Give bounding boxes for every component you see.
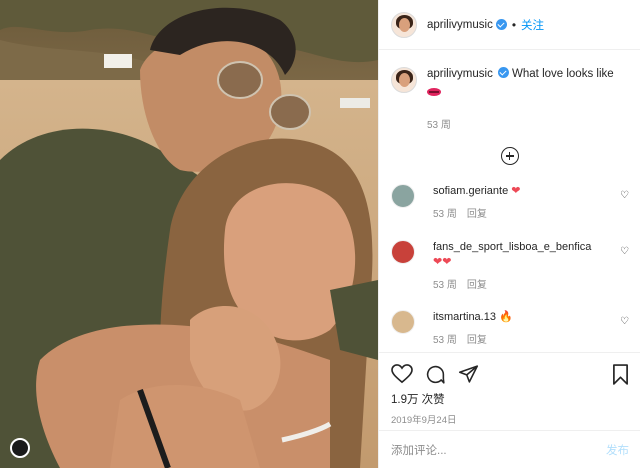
verified-badge-icon (497, 67, 509, 78)
follow-button[interactable]: 关注 (521, 17, 544, 33)
comment-body: itsmartina.13 🔥 53 周回复 (433, 310, 513, 348)
caption-text: What love looks like (512, 68, 614, 80)
comment-avatar[interactable] (391, 310, 415, 334)
comment-username[interactable]: fans_de_sport_lisboa_e_benfica (433, 240, 591, 255)
comment-age: 53 周 (433, 335, 457, 346)
plus-circle-icon[interactable] (500, 147, 519, 165)
comment-icon[interactable] (425, 364, 446, 385)
lips-icon (427, 88, 441, 96)
add-comment-bar: 添加评论... 发布 (379, 430, 640, 468)
comment-like-icon[interactable]: ♡ (620, 190, 629, 201)
author-avatar[interactable] (391, 11, 417, 38)
comment-like-icon[interactable]: ♡ (620, 246, 629, 257)
comment-meta: 53 周回复 (433, 278, 591, 293)
comment-input[interactable]: 添加评论... (391, 442, 606, 458)
post-photo[interactable] (0, 0, 378, 468)
comment-item: itsmartina.13 🔥 53 周回复 ♡ (391, 310, 629, 348)
avatar-face (399, 17, 410, 32)
caption-username[interactable]: aprilivymusic (427, 68, 493, 80)
reply-button[interactable]: 回复 (467, 280, 487, 291)
verified-badge-icon (495, 19, 507, 30)
comment-item: fans_de_sport_lisboa_e_benfica ❤❤ 53 周回复… (391, 240, 629, 293)
comment-text: ❤ (511, 185, 521, 197)
post-actions: 1.9万 次赞 2019年9月24日 (379, 352, 640, 430)
bookmark-icon[interactable] (612, 363, 629, 385)
like-count[interactable]: 1.9万 次赞 (391, 391, 629, 407)
author-username[interactable]: aprilivymusic (427, 19, 493, 31)
action-icons (391, 363, 629, 385)
reply-button[interactable]: 回复 (467, 209, 487, 220)
header-separator: • (511, 17, 517, 32)
caption: aprilivymusic What love looks like 53 周 (379, 50, 640, 133)
comment-avatar[interactable] (391, 184, 415, 208)
instagram-post: aprilivymusic • 关注 aprilivymusic What lo… (0, 0, 640, 468)
reply-button[interactable]: 回复 (467, 335, 487, 346)
comment-avatar[interactable] (391, 240, 415, 264)
comment-item: sofiam.geriante ❤ 53 周回复 ♡ (391, 184, 629, 222)
load-more-comments[interactable] (379, 147, 640, 165)
paper-plane-icon[interactable] (458, 364, 479, 384)
comment-username[interactable]: sofiam.geriante (433, 185, 508, 197)
avatar-face (399, 73, 410, 87)
comment-body: fans_de_sport_lisboa_e_benfica ❤❤ 53 周回复 (433, 240, 591, 293)
heart-icon[interactable] (391, 364, 413, 384)
comment-age: 53 周 (433, 280, 457, 291)
comment-username[interactable]: itsmartina.13 (433, 311, 496, 323)
couple-photo-illustration (0, 0, 378, 468)
caption-avatar[interactable] (391, 67, 417, 93)
post-date[interactable]: 2019年9月24日 (391, 412, 629, 426)
post-sidebar: aprilivymusic • 关注 aprilivymusic What lo… (378, 0, 640, 468)
post-header: aprilivymusic • 关注 (379, 0, 640, 50)
comment-text: 🔥 (499, 311, 513, 323)
post-comment-button[interactable]: 发布 (606, 442, 629, 458)
caption-age: 53 周 (427, 120, 451, 131)
comment-meta: 53 周回复 (433, 333, 513, 348)
tagged-user-icon[interactable] (10, 438, 30, 458)
caption-body: aprilivymusic What love looks like 53 周 (427, 67, 614, 133)
comment-meta: 53 周回复 (433, 207, 521, 222)
comment-body: sofiam.geriante ❤ 53 周回复 (433, 184, 521, 222)
comment-age: 53 周 (433, 209, 457, 220)
comment-text: ❤❤ (433, 256, 452, 268)
comment-like-icon[interactable]: ♡ (620, 316, 629, 327)
